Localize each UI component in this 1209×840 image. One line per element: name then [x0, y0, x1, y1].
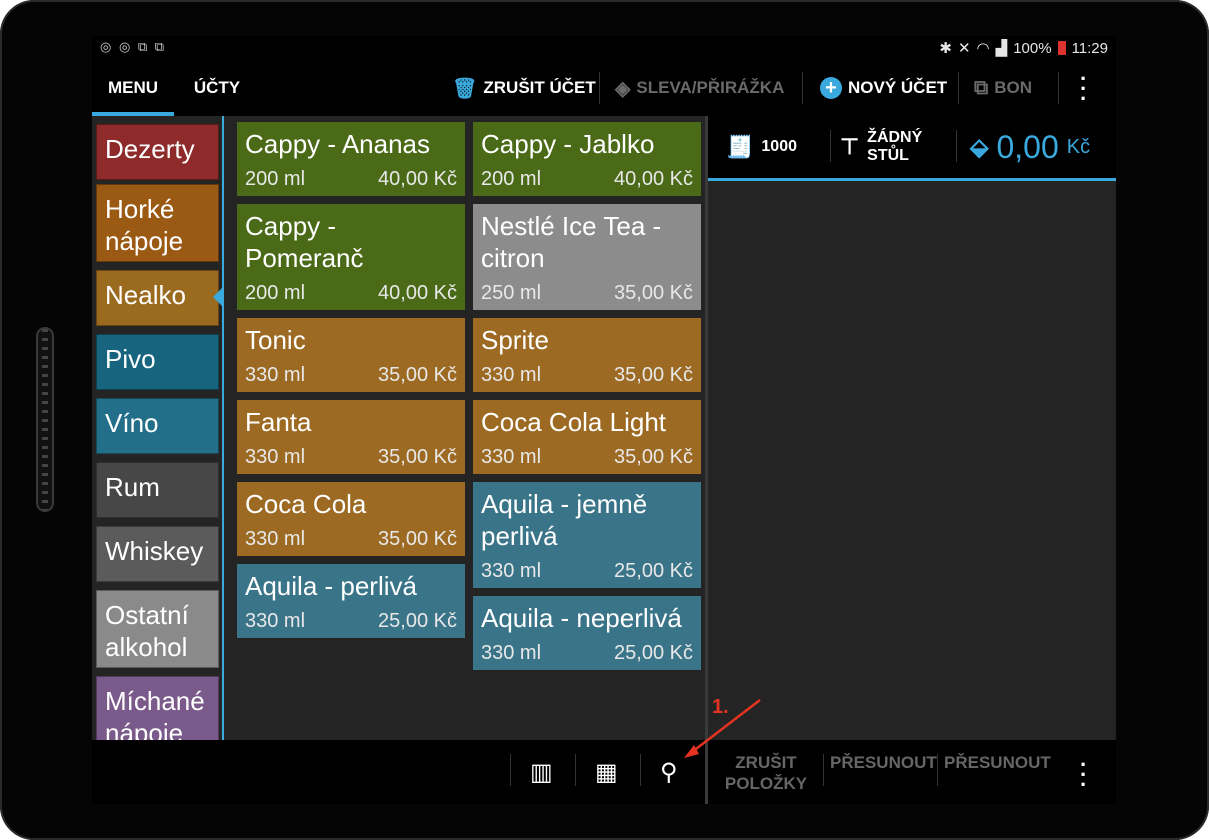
annotation-arrow [684, 699, 761, 758]
tablet-frame: ◎ ◎ ⧉ ⧉ ✱ ✕ ◠ ▟ 100% 11:29 MENU ÚČTY 🗑 Z… [0, 0, 1209, 840]
